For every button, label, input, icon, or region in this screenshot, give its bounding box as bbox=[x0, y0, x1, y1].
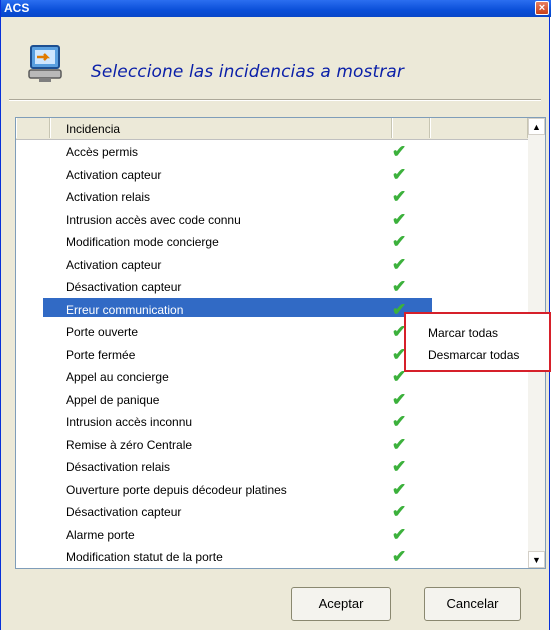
checkmark-icon[interactable]: ✔ bbox=[392, 232, 406, 252]
list-item[interactable]: Modification statut de la porte ✔ bbox=[16, 545, 528, 567]
checkmark-icon[interactable]: ✔ bbox=[392, 255, 406, 275]
checkmark-icon[interactable]: ✔ bbox=[392, 457, 406, 477]
checkmark-icon[interactable]: ✔ bbox=[392, 210, 406, 230]
app-icon bbox=[28, 45, 62, 82]
list-item[interactable]: Intrusion accès inconnu ✔ bbox=[16, 410, 528, 432]
checkmark-icon[interactable]: ✔ bbox=[392, 187, 406, 207]
column-header-extra[interactable] bbox=[430, 118, 528, 138]
list-item-label: Remise à zéro Centrale bbox=[66, 437, 193, 452]
list-item-label: Désactivation relais bbox=[66, 460, 171, 474]
list-item-label: Modification mode concierge bbox=[66, 235, 219, 249]
list-item-label: Alarme porte bbox=[66, 527, 135, 542]
list-item-label: Erreur communication bbox=[66, 302, 184, 317]
checkmark-icon[interactable]: ✔ bbox=[392, 480, 406, 500]
list-item[interactable]: Désactivation capteur ✔ bbox=[16, 500, 528, 522]
checkmark-icon[interactable]: ✔ bbox=[392, 277, 406, 297]
list-item-label: Intrusion accès inconnu bbox=[66, 415, 193, 429]
list-item-label: Accès permis bbox=[66, 145, 139, 159]
scroll-down-button[interactable]: ▼ bbox=[528, 551, 545, 568]
checkmark-icon[interactable]: ✔ bbox=[392, 525, 406, 545]
list-item[interactable]: Activation relais ✔ bbox=[16, 185, 528, 207]
list-item-label: Activation capteur bbox=[66, 167, 162, 182]
list-item-label: Appel au concierge bbox=[66, 370, 169, 384]
checkmark-icon[interactable]: ✔ bbox=[392, 547, 406, 567]
context-menu: Marcar todas Desmarcar todas bbox=[404, 312, 551, 372]
checkmark-icon[interactable]: ✔ bbox=[392, 142, 406, 162]
checkmark-icon[interactable]: ✔ bbox=[392, 435, 406, 455]
list-item[interactable]: Appel de panique ✔ bbox=[16, 388, 528, 410]
list-item-label: Activation relais bbox=[66, 190, 151, 204]
column-header-blank[interactable] bbox=[16, 118, 50, 138]
header-divider bbox=[9, 99, 541, 101]
checkmark-icon[interactable]: ✔ bbox=[392, 502, 406, 522]
title-bar[interactable]: ACS × bbox=[1, 0, 551, 17]
accept-button[interactable]: Aceptar bbox=[291, 587, 391, 621]
column-header-check[interactable] bbox=[392, 118, 430, 138]
list-item-label: Porte ouverte bbox=[66, 325, 139, 339]
list-item-label: Modification statut de la porte bbox=[66, 550, 223, 564]
header-title: Seleccione las incidencias a mostrar bbox=[91, 62, 404, 82]
list-item[interactable]: Ouverture porte depuis décodeur platines… bbox=[16, 478, 528, 500]
list-item[interactable]: Activation capteur ✔ bbox=[16, 253, 528, 275]
list-item[interactable]: Désactivation relais ✔ bbox=[16, 455, 528, 477]
checkmark-icon[interactable]: ✔ bbox=[392, 390, 406, 410]
list-item[interactable]: Désactivation capteur ✔ bbox=[16, 275, 528, 297]
list-item[interactable]: Accès permis ✔ bbox=[16, 140, 528, 162]
list-item[interactable]: Activation capteur ✔ bbox=[16, 163, 528, 185]
column-header-label: Incidencia bbox=[66, 122, 121, 136]
list-item[interactable]: Intrusion accès avec code connu ✔ bbox=[16, 208, 528, 230]
dialog-window: ACS × Seleccione las incidencias a mostr… bbox=[0, 0, 551, 630]
list-item[interactable]: Modification mode concierge ✔ bbox=[16, 230, 528, 252]
scroll-up-button[interactable]: ▲ bbox=[528, 118, 545, 135]
menu-item-marcar-todas[interactable]: Marcar todas bbox=[428, 326, 498, 340]
list-item-label: Intrusion accès avec code connu bbox=[66, 212, 241, 227]
list-item-label: Appel de panique bbox=[66, 392, 160, 407]
column-header: Incidencia bbox=[16, 118, 528, 140]
list-item-label: Désactivation capteur bbox=[66, 505, 182, 519]
list-item[interactable]: Alarme porte ✔ bbox=[16, 523, 528, 545]
list-item-label: Ouverture porte depuis décodeur platines bbox=[66, 482, 287, 497]
close-button[interactable]: × bbox=[535, 1, 549, 15]
list-item-label: Activation capteur bbox=[66, 257, 162, 272]
window-title: ACS bbox=[4, 1, 30, 15]
checkmark-icon[interactable]: ✔ bbox=[392, 165, 406, 185]
cancel-button[interactable]: Cancelar bbox=[424, 587, 521, 621]
checkmark-icon[interactable]: ✔ bbox=[392, 412, 406, 432]
list-item-label: Porte fermée bbox=[66, 347, 136, 362]
list-item-label: Désactivation capteur bbox=[66, 280, 182, 294]
list-item[interactable]: Remise à zéro Centrale ✔ bbox=[16, 433, 528, 455]
menu-item-desmarcar-todas[interactable]: Desmarcar todas bbox=[428, 348, 519, 362]
